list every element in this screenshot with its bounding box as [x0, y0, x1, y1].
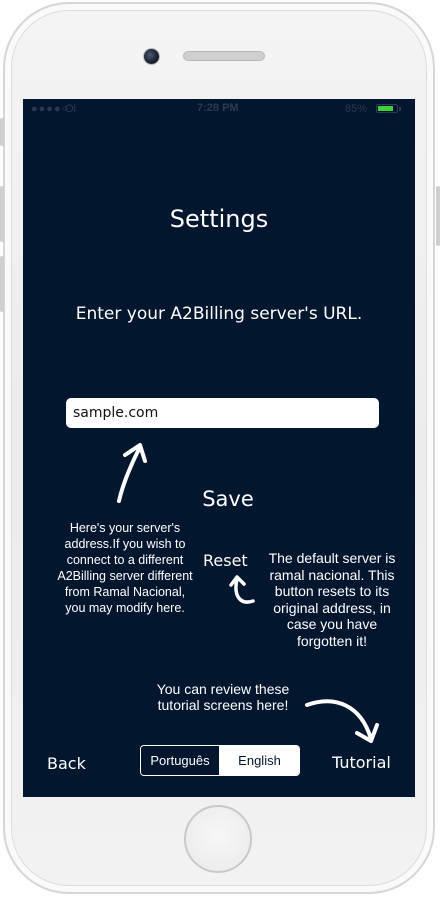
iphone-device: ●●●●○ Oi 7:28 PM 85% Settings Enter your…	[0, 0, 440, 898]
arrow-to-tutorial-icon	[305, 699, 379, 743]
language-portuguese-option[interactable]: Português	[141, 746, 220, 775]
tutorial-review-note: You can review these tutorial screens he…	[156, 681, 290, 713]
page-title: Settings	[169, 205, 269, 233]
signal-strength-icon: ●●●●○	[31, 103, 70, 115]
save-button[interactable]: Save	[188, 483, 268, 515]
battery-tip	[399, 107, 401, 111]
app-screen: ●●●●○ Oi 7:28 PM 85% Settings Enter your…	[23, 99, 415, 797]
arrow-to-reset-icon	[229, 575, 255, 604]
front-camera	[143, 48, 160, 65]
language-english-option[interactable]: English	[220, 746, 299, 775]
volume-down-button	[0, 256, 4, 312]
carrier-name: Oi	[65, 103, 76, 115]
back-button[interactable]: Back	[47, 751, 97, 775]
server-address-note: Here's your server's address.If you wish…	[57, 521, 193, 615]
home-button[interactable]	[184, 805, 252, 873]
language-selector: Português English	[140, 745, 300, 776]
battery-icon	[376, 104, 398, 113]
volume-up-button	[0, 186, 4, 242]
battery-level-fill	[378, 106, 393, 111]
status-bar: ●●●●○ Oi 7:28 PM 85%	[23, 99, 415, 119]
earpiece-speaker	[183, 51, 265, 61]
battery-percent: 85%	[345, 103, 368, 115]
arrow-to-url-icon	[117, 443, 147, 503]
server-url-input[interactable]	[66, 398, 379, 428]
mute-switch	[0, 118, 4, 146]
reset-explanation-note: The default server is ramal nacional. Th…	[268, 550, 396, 649]
power-button	[436, 186, 440, 246]
status-time: 7:28 PM	[197, 102, 239, 114]
server-url-prompt: Enter your A2Billing server's URL.	[75, 304, 363, 324]
reset-button[interactable]: Reset	[203, 548, 255, 572]
tutorial-button[interactable]: Tutorial	[332, 750, 412, 774]
